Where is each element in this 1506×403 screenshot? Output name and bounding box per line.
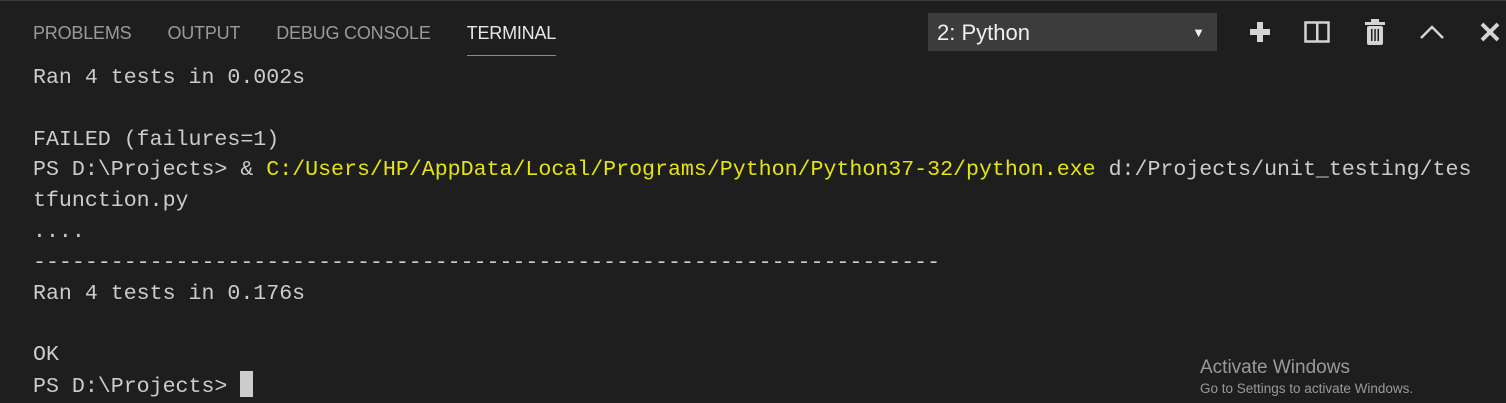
terminal-line: Ran 4 tests in 0.002s — [33, 66, 306, 90]
panel-border — [0, 0, 1506, 1]
terminal-line: .... — [33, 219, 85, 244]
new-terminal-button[interactable] — [1246, 18, 1274, 46]
watermark-subtitle: Go to Settings to activate Windows. — [1200, 381, 1414, 396]
maximize-panel-button[interactable] — [1418, 18, 1446, 46]
terminal-prompt: PS D:\Projects> — [33, 374, 241, 399]
terminal-command-exe: C:/Users/HP/AppData/Local/Programs/Pytho… — [266, 158, 1096, 183]
plus-icon — [1250, 22, 1270, 42]
split-terminal-button[interactable] — [1303, 18, 1331, 46]
tab-debug-console[interactable]: Debug Console — [276, 20, 431, 56]
terminal-output[interactable]: Ran 4 tests in 0.002s FAILED (failures=1… — [33, 63, 1471, 403]
terminal-line: ----------------------------------------… — [33, 250, 941, 275]
tab-output[interactable]: Output — [167, 20, 240, 56]
terminal-line: FAILED (failures=1) — [33, 127, 280, 152]
panel-tabs: Problems Output Debug Console Terminal — [33, 20, 556, 56]
terminal-command-arg-wrap: tfunction.py — [33, 189, 189, 214]
tab-problems[interactable]: Problems — [33, 20, 132, 56]
terminal-select[interactable]: 2: Python ▼ — [928, 13, 1217, 51]
split-icon — [1304, 21, 1330, 43]
chevron-up-icon — [1420, 25, 1444, 39]
close-icon — [1480, 22, 1500, 42]
terminal-select-value: 2: Python — [937, 20, 1030, 45]
terminal-command-arg: d:/Projects/unit_testing/tes — [1095, 158, 1472, 183]
terminal-prompt: PS D:\Projects> & — [33, 158, 267, 183]
tab-terminal[interactable]: Terminal — [466, 20, 556, 56]
close-panel-button[interactable] — [1476, 18, 1504, 46]
dropdown-arrow-icon: ▼ — [1192, 25, 1205, 40]
kill-terminal-button[interactable] — [1361, 18, 1389, 46]
terminal-line: Ran 4 tests in 0.176s — [33, 281, 306, 306]
watermark-title: Activate Windows — [1200, 357, 1350, 378]
trash-icon — [1365, 19, 1385, 45]
activate-windows-watermark: Activate Windows Go to Settings to activ… — [1200, 357, 1413, 396]
terminal-line: OK — [33, 343, 59, 368]
terminal-cursor — [240, 370, 254, 397]
